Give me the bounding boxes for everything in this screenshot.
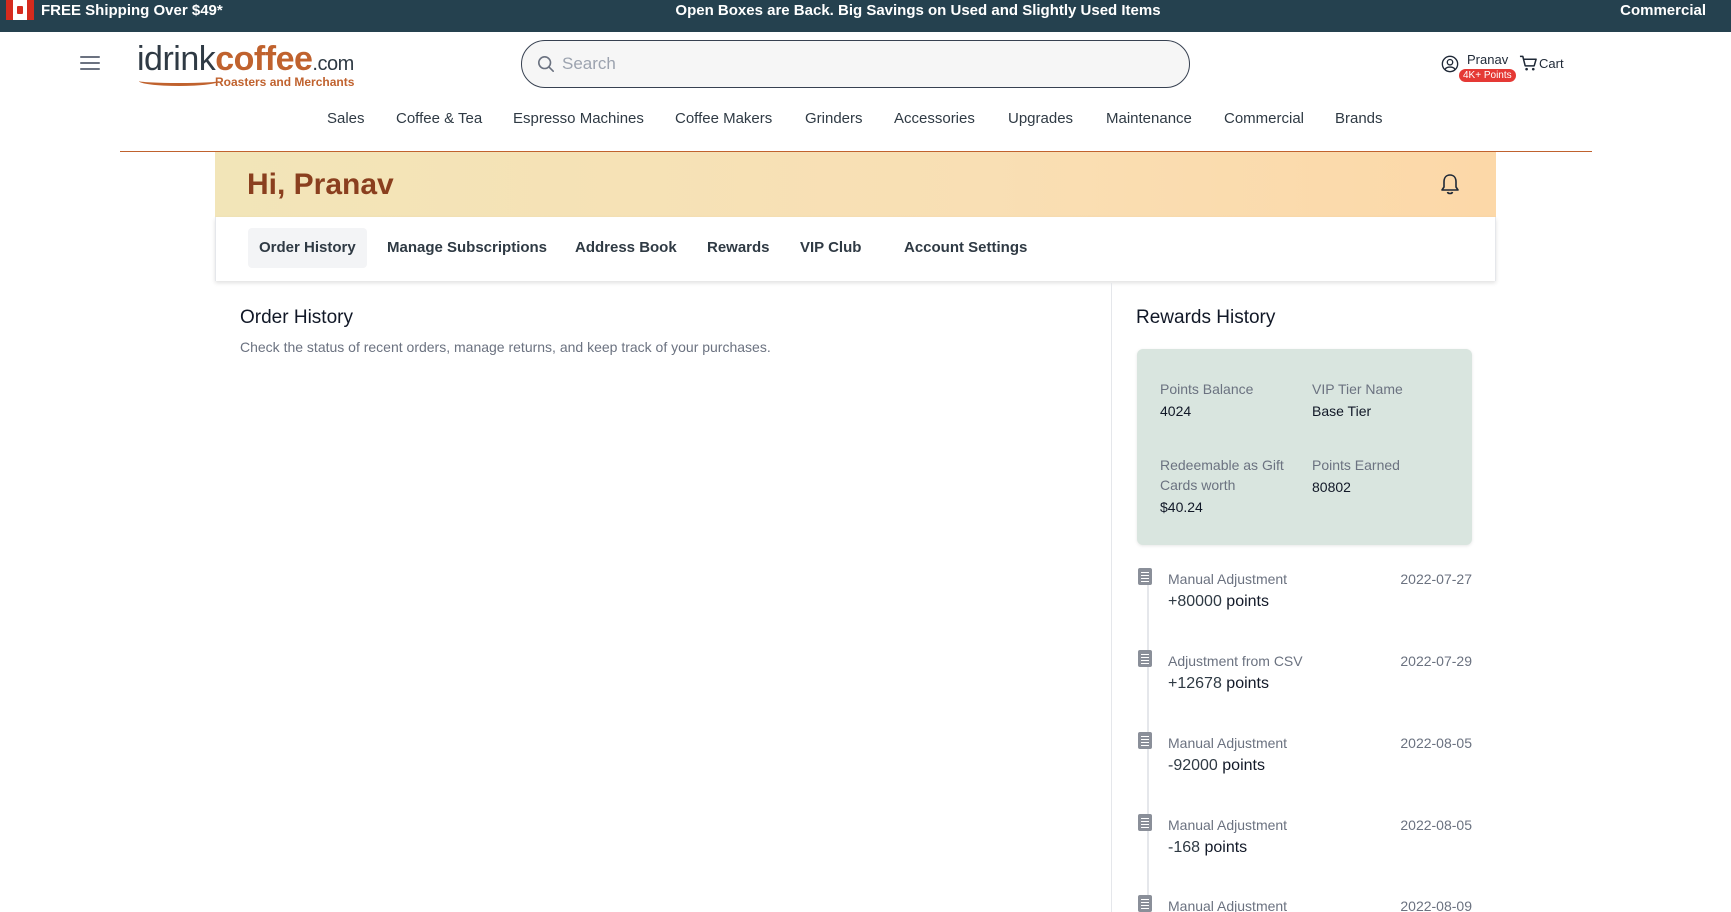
entry-kind: Manual Adjustment [1168,735,1288,751]
entry-amount: +12678 [1168,675,1222,692]
redeemable-label: Redeemable as Gift Cards worth [1160,457,1284,493]
bell-icon[interactable] [1439,172,1461,196]
commercial-link[interactable]: Commercial [1620,2,1706,19]
nav-item-accessories[interactable]: Accessories [894,110,975,127]
entry-points: +80000 points [1168,593,1269,611]
main-nav: Sales Coffee & Tea Espresso Machines Cof… [0,110,1731,132]
rewards-entry: Manual Adjustment 2022-07-27 +80000 poin… [1137,567,1473,627]
document-icon [1138,650,1152,667]
points-balance-label: Points Balance [1160,381,1254,397]
entry-date: 2022-07-29 [1400,653,1472,669]
logo-swoosh [139,76,219,86]
entry-unit: points [1226,593,1269,610]
redeemable-value: $40.24 [1160,499,1203,515]
logo-suffix: .com [312,53,354,75]
site-logo[interactable]: idrinkcoffee.com Roasters and Merchants [137,40,362,92]
entry-amount: -92000 [1168,757,1218,774]
nav-item-coffee-makers[interactable]: Coffee Makers [675,110,772,127]
tab-vip-club[interactable]: VIP Club [789,228,872,268]
points-earned-label: Points Earned [1312,457,1400,473]
entry-date: 2022-08-05 [1400,817,1472,833]
document-icon [1138,732,1152,749]
search-bar[interactable] [521,40,1190,88]
rewards-entry: Manual Adjustment 2022-08-05 -92000 poin… [1137,731,1473,791]
promo-bar: FREE Shipping Over $49* Open Boxes are B… [0,0,1731,32]
points-earned-value: 80802 [1312,479,1351,495]
entry-unit: points [1204,839,1248,856]
account-tabs: Order History Manage Subscriptions Addre… [215,217,1496,281]
entry-kind: Adjustment from CSV [1168,653,1303,669]
entry-date: 2022-07-27 [1400,571,1472,587]
document-icon [1138,814,1152,831]
order-history-title: Order History [240,307,353,328]
vip-tier-value: Base Tier [1312,403,1372,419]
points-earned-stat: Points Earned 80802 [1312,455,1452,495]
vip-tier-label: VIP Tier Name [1312,381,1403,397]
nav-item-sales[interactable]: Sales [327,110,365,127]
entry-date: 2022-08-09 [1400,898,1472,912]
entry-kind: Manual Adjustment [1168,817,1288,833]
points-badge: 4K+ Points [1459,69,1516,82]
tab-account-settings[interactable]: Account Settings [893,228,1038,268]
nav-item-commercial[interactable]: Commercial [1224,110,1304,127]
account-name: Pranav [1467,52,1509,67]
nav-item-upgrades[interactable]: Upgrades [1008,110,1073,127]
logo-word-coffee: coffee [215,40,313,78]
account-menu[interactable]: Pranav 4K+ Points [1441,52,1521,86]
search-input[interactable] [562,49,1162,79]
entry-points: -92000 points [1168,757,1265,775]
points-balance-stat: Points Balance 4024 [1160,379,1300,419]
rewards-entry: Adjustment from CSV 2022-07-29 +12678 po… [1137,649,1473,709]
tab-order-history[interactable]: Order History [248,228,367,268]
column-divider [1111,283,1112,912]
tab-manage-subscriptions[interactable]: Manage Subscriptions [376,228,558,268]
document-icon [1138,895,1152,912]
hamburger-menu-icon[interactable] [80,56,100,72]
entry-unit: points [1226,675,1269,692]
cart-label: Cart [1539,56,1564,71]
order-history-description: Check the status of recent orders, manag… [240,339,771,355]
user-circle-icon [1441,55,1459,73]
nav-item-maintenance[interactable]: Maintenance [1106,110,1192,127]
entry-date: 2022-08-05 [1400,735,1472,751]
entry-unit: points [1222,757,1265,774]
tab-address-book[interactable]: Address Book [564,228,688,268]
document-icon [1138,568,1152,585]
nav-item-brands[interactable]: Brands [1335,110,1383,127]
rewards-entry: Manual Adjustment 2022-08-05 -168 points [1137,813,1473,873]
nav-item-coffee-tea[interactable]: Coffee & Tea [396,110,482,127]
points-balance-value: 4024 [1160,403,1192,419]
rewards-entry: Manual Adjustment 2022-08-09 [1137,894,1473,912]
greeting-title: Hi, Pranav [247,168,394,201]
tab-rewards[interactable]: Rewards [696,228,781,268]
entry-amount: -168 [1168,839,1201,856]
entry-points: -168 points [1168,839,1247,857]
entry-kind: Manual Adjustment [1168,571,1288,587]
redeemable-stat: Redeemable as Gift Cards worth $40.24 [1160,455,1300,515]
entry-kind: Manual Adjustment [1168,898,1288,912]
rewards-summary-card: Points Balance 4024 VIP Tier Name Base T… [1137,349,1472,545]
entry-points: +12678 points [1168,675,1269,693]
open-boxes-promo-link[interactable]: Open Boxes are Back. Big Savings on Used… [0,2,1731,19]
entry-amount: +80000 [1168,593,1222,610]
logo-tagline: Roasters and Merchants [215,75,355,89]
rewards-history-title: Rewards History [1136,307,1276,328]
vip-tier-stat: VIP Tier Name Base Tier [1312,379,1452,419]
search-icon [537,55,555,73]
greeting-banner: Hi, Pranav [215,152,1496,217]
nav-item-grinders[interactable]: Grinders [805,110,863,127]
cart-icon [1519,55,1537,71]
logo-word-idrink: idrink [137,40,216,78]
nav-item-espresso-machines[interactable]: Espresso Machines [513,110,644,127]
